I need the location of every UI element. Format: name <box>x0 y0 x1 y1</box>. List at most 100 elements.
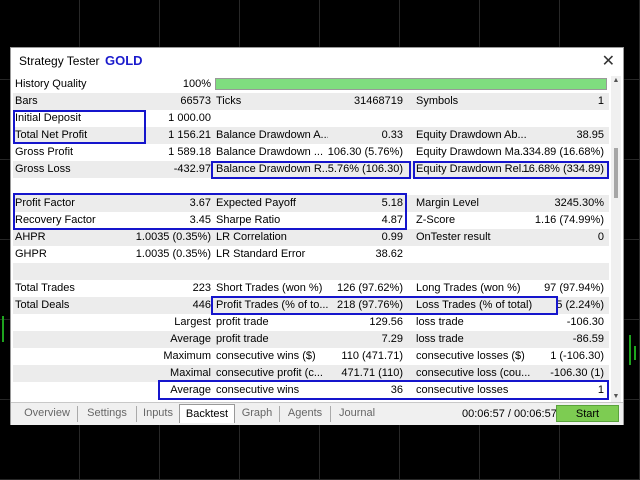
stat-value: 218 (97.76%) <box>336 299 403 311</box>
scroll-thumb[interactable] <box>614 148 618 198</box>
stat-label: Profit Factor <box>15 197 75 209</box>
stat-value: 1.16 (74.99%) <box>534 214 604 226</box>
chart-candle <box>2 316 4 342</box>
stat-value: -106.30 <box>566 316 604 328</box>
vertical-scrollbar[interactable]: ▲ ▼ <box>611 76 621 402</box>
stat-value: 0 <box>597 231 604 243</box>
stat-value: 100% <box>182 78 211 90</box>
stat-value: 446 <box>192 299 211 311</box>
tab-journal[interactable]: Journal <box>331 406 383 422</box>
spacer-row <box>13 263 609 280</box>
stat-value: 110 (471.71) <box>341 350 403 362</box>
stats-row: Largest profit trade 129.56 loss trade -… <box>13 314 609 331</box>
stat-label: AHPR <box>15 231 46 243</box>
stat-value: 334.89 (16.68%) <box>522 146 604 158</box>
stat-label: History Quality <box>15 78 87 90</box>
tab-inputs[interactable]: Inputs <box>137 406 179 422</box>
stat-value: 0.33 <box>381 129 403 141</box>
history-quality-bar <box>215 78 607 90</box>
stat-value: 1 (-106.30) <box>550 350 604 362</box>
stat-value: 97 (97.94%) <box>544 282 604 294</box>
tab-agents[interactable]: Agents <box>280 406 331 422</box>
strategy-tester-window: Strategy Tester GOLD ✕ History Quality 1… <box>10 47 624 425</box>
stat-value: 1.0035 (0.35%) <box>135 231 211 243</box>
stats-row: GHPR 1.0035 (0.35%) LR Standard Error 38… <box>13 246 609 263</box>
backtest-results: History Quality 100% Bars 66573 Ticks 31… <box>13 76 609 402</box>
stat-value: 3245.30% <box>554 197 604 209</box>
stat-label: Gross Profit <box>15 146 74 158</box>
chart-candle <box>634 346 636 360</box>
chart-candle <box>629 335 631 365</box>
spacer-row <box>13 178 609 195</box>
stat-value: 5.76% (106.30) <box>327 163 403 175</box>
stat-label: Maximal <box>170 367 211 379</box>
stat-value: 1 156.21 <box>168 129 211 141</box>
stats-row: Total Trades 223 Short Trades (won %) 12… <box>13 280 609 297</box>
start-button[interactable]: Start <box>556 405 619 422</box>
stats-row: Average consecutive wins 36 consecutive … <box>13 382 609 399</box>
stat-value: -86.59 <box>572 333 604 345</box>
progress-fill <box>216 79 606 89</box>
stat-label: Bars <box>15 95 38 107</box>
title-bar[interactable]: Strategy Tester GOLD ✕ <box>11 48 623 74</box>
stat-label: Largest <box>174 316 211 328</box>
stats-row: Gross Profit 1 589.18 Balance Drawdown .… <box>13 144 609 161</box>
stat-value: 3.45 <box>189 214 211 226</box>
stats-row: Gross Loss -432.97 Balance Drawdown R...… <box>13 161 609 178</box>
stat-value: 1 589.18 <box>168 146 211 158</box>
scroll-up-icon[interactable]: ▲ <box>612 77 620 85</box>
stat-value: 5.18 <box>381 197 403 209</box>
stat-value: 1 <box>597 95 604 107</box>
stat-value: 36 <box>390 384 403 396</box>
stats-row: Bars 66573 Ticks 31468719 Symbols 1 <box>13 93 609 110</box>
stats-row: Recovery Factor 3.45 Sharpe Ratio 4.87 Z… <box>13 212 609 229</box>
tab-overview[interactable]: Overview <box>17 406 78 422</box>
tab-backtest[interactable]: Backtest <box>179 404 235 423</box>
elapsed-timer: 00:06:57 / 00:06:57 <box>462 408 557 420</box>
stats-row: Profit Factor 3.67 Expected Payoff 5.18 … <box>13 195 609 212</box>
stats-row: Maximum consecutive wins ($) 110 (471.71… <box>13 348 609 365</box>
stat-value: 31468719 <box>354 95 403 107</box>
stat-value: 38.95 <box>576 129 604 141</box>
stats-row: AHPR 1.0035 (0.35%) LR Correlation 0.99 … <box>13 229 609 246</box>
stat-label: Average <box>170 333 211 345</box>
stat-value: 129.56 <box>369 316 403 328</box>
stat-value: 4.87 <box>381 214 403 226</box>
stat-value: 1 <box>597 384 604 396</box>
tab-bar: Overview Settings Inputs Backtest Graph … <box>11 402 623 425</box>
stat-label: Average <box>170 384 211 396</box>
close-icon[interactable]: ✕ <box>602 51 615 71</box>
stat-value: 7.29 <box>381 333 403 345</box>
stat-value: 471.71 (110) <box>341 367 403 379</box>
scroll-down-icon[interactable]: ▼ <box>612 393 620 401</box>
tab-graph[interactable]: Graph <box>235 406 280 422</box>
stats-row: Total Deals 446 Profit Trades (% of to..… <box>13 297 609 314</box>
stats-row: Average profit trade 7.29 loss trade -86… <box>13 331 609 348</box>
stats-row: Initial Deposit 1 000.00 <box>13 110 609 127</box>
stat-label: Maximum <box>163 350 211 362</box>
symbol-label: GOLD <box>105 53 143 68</box>
stat-value: 38.62 <box>375 248 403 260</box>
stat-value: 223 <box>192 282 211 294</box>
stat-value: 106.30 (5.76%) <box>327 146 403 158</box>
stat-value: -106.30 (1) <box>550 367 604 379</box>
stat-label: Recovery Factor <box>15 214 96 226</box>
stat-value: 0.99 <box>381 231 403 243</box>
stats-row: History Quality 100% <box>13 76 609 93</box>
tab-settings[interactable]: Settings <box>78 406 137 422</box>
stat-label: GHPR <box>15 248 47 260</box>
stat-label: Initial Deposit <box>15 112 82 124</box>
stats-row: Maximal consecutive profit (c... 471.71 … <box>13 365 609 382</box>
stats-row: Total Net Profit 1 156.21 Balance Drawdo… <box>13 127 609 144</box>
stat-value: 16.68% (334.89) <box>522 163 604 175</box>
window-title: Strategy Tester <box>19 54 100 68</box>
stat-value: 3.67 <box>189 197 211 209</box>
stat-value: 1.0035 (0.35%) <box>135 248 211 260</box>
stat-label: Total Net Profit <box>15 129 88 141</box>
stat-value: 126 (97.62%) <box>336 282 403 294</box>
stat-label: Total Deals <box>15 299 70 311</box>
stat-label: Gross Loss <box>15 163 71 175</box>
stat-value: 5 (2.24%) <box>556 299 604 311</box>
stat-value: -432.97 <box>173 163 211 175</box>
stat-label: Total Trades <box>15 282 75 294</box>
